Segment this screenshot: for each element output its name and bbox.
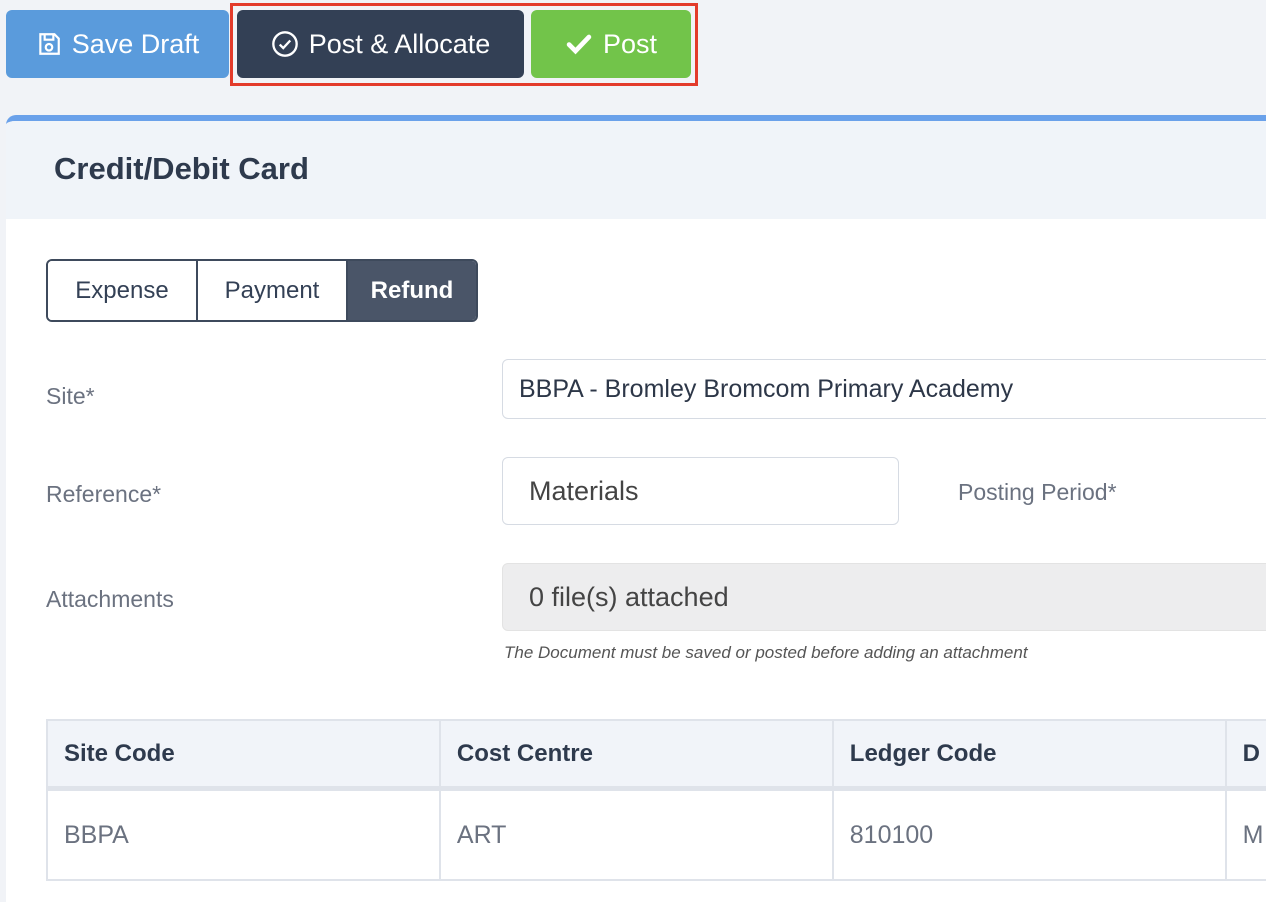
tab-expense[interactable]: Expense xyxy=(48,261,196,320)
attachments-label: Attachments xyxy=(46,586,174,612)
cell-cost-centre: ART xyxy=(441,791,834,879)
table-header: Site Code Cost Centre Ledger Code D xyxy=(48,721,1266,791)
column-header-ledger-code: Ledger Code xyxy=(834,721,1227,786)
post-allocate-label: Post & Allocate xyxy=(308,28,491,59)
tab-payment[interactable]: Payment xyxy=(196,261,346,320)
posting-period-label: Posting Period* xyxy=(958,479,1117,505)
toolbar: Save Draft Post & Allocate Post xyxy=(0,0,1266,100)
tab-refund[interactable]: Refund xyxy=(346,261,476,320)
lines-table: Site Code Cost Centre Ledger Code D BBPA… xyxy=(46,719,1266,881)
attachments-hint: The Document must be saved or posted bef… xyxy=(504,643,1028,662)
checkmark-icon xyxy=(566,34,592,55)
check-circle-icon xyxy=(271,31,298,57)
card-header: Credit/Debit Card xyxy=(6,121,1266,219)
post-allocate-button[interactable]: Post & Allocate xyxy=(237,10,524,78)
attachments-field: 0 file(s) attached xyxy=(502,563,1266,631)
post-button[interactable]: Post xyxy=(531,10,691,78)
card-title: Credit/Debit Card xyxy=(54,151,309,186)
reference-input[interactable]: Materials xyxy=(502,457,899,525)
site-select[interactable]: BBPA - Bromley Bromcom Primary Academy xyxy=(502,359,1266,419)
column-header-cost-centre: Cost Centre xyxy=(441,721,834,786)
reference-label: Reference* xyxy=(46,481,162,507)
post-label: Post xyxy=(602,28,658,59)
column-header-truncated: D xyxy=(1227,721,1266,786)
cell-truncated: M xyxy=(1227,791,1266,879)
save-draft-button[interactable]: Save Draft xyxy=(6,10,229,78)
site-label: Site* xyxy=(46,383,95,409)
save-draft-label: Save Draft xyxy=(71,28,200,59)
cell-ledger-code: 810100 xyxy=(834,791,1227,879)
floppy-disk-icon xyxy=(38,33,60,55)
table-row[interactable]: BBPA ART 810100 M xyxy=(48,791,1266,881)
transaction-type-toggle: Expense Payment Refund xyxy=(46,259,478,322)
column-header-site-code: Site Code xyxy=(48,721,441,786)
credit-debit-card-panel: Credit/Debit Card Expense Payment Refund… xyxy=(6,115,1266,902)
cell-site-code: BBPA xyxy=(48,791,441,879)
